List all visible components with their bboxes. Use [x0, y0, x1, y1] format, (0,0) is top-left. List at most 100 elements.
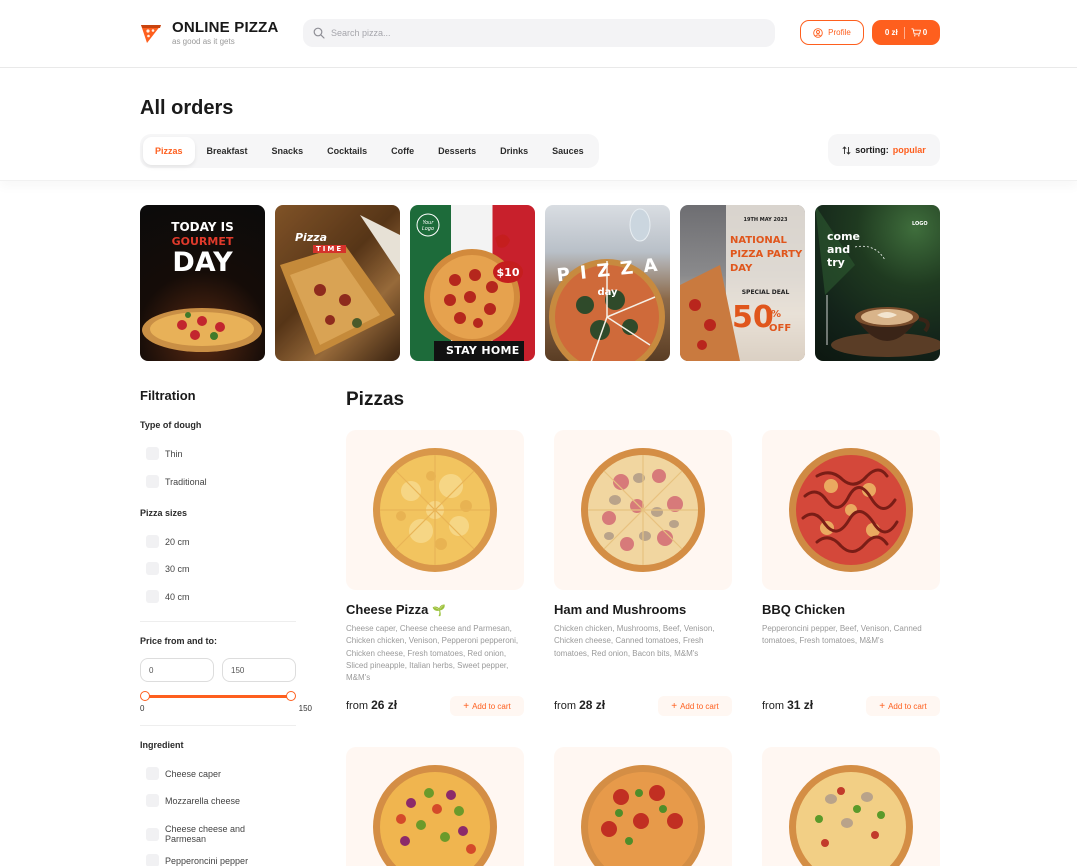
cart-count: 0	[922, 28, 928, 37]
profile-button[interactable]: Profile	[800, 20, 864, 45]
product-card[interactable]	[762, 747, 940, 866]
product-image[interactable]	[554, 747, 732, 866]
checkbox[interactable]	[146, 475, 159, 488]
sorting-dropdown[interactable]: sorting: popular	[828, 134, 940, 166]
promo-banner-pizza-time[interactable]: Pizza TIME	[275, 205, 400, 361]
banner-text: SPECIAL DEAL	[741, 289, 790, 296]
promo-banner-pizza-day[interactable]: P I Z Z A day	[545, 205, 670, 361]
product-title: Cheese Pizza 🌱	[346, 602, 524, 617]
checkbox[interactable]	[146, 562, 159, 575]
plus-icon: +	[671, 700, 678, 712]
checkbox[interactable]	[146, 447, 159, 460]
checkbox[interactable]	[146, 827, 159, 841]
product-card[interactable]: Ham and Mushrooms Chicken chicken, Mushr…	[554, 430, 732, 720]
product-image[interactable]	[346, 430, 524, 590]
pizza-party-photo-icon	[680, 205, 805, 361]
banner-discount: 50	[732, 300, 774, 335]
banner-text: DAY	[730, 263, 753, 274]
slider-max-handle[interactable]	[286, 691, 296, 701]
banner-text: TIME	[313, 245, 347, 253]
top-header: ONLINE PIZZA as good as it gets Profile …	[0, 0, 1077, 68]
user-icon	[813, 27, 823, 38]
add-to-cart-button[interactable]: + Add to cart	[866, 696, 940, 716]
tab-cocktails[interactable]: Cocktails	[315, 137, 379, 165]
promo-banner-stay-home[interactable]: Your Logo $10 STAY HOME	[410, 205, 535, 361]
banner-price: $10	[493, 261, 523, 283]
filter-option[interactable]: 40 cm	[146, 590, 190, 603]
filter-option[interactable]: Pepperoncini pepper	[146, 854, 248, 866]
filter-option[interactable]: Cheese cheese and Parmesan	[146, 824, 265, 844]
add-to-cart-label: Add to cart	[472, 701, 511, 711]
price-value: 26 zł	[371, 698, 398, 712]
checkbox[interactable]	[146, 794, 159, 807]
supreme-pizza-icon	[789, 765, 913, 866]
sorting-label: sorting:	[855, 145, 889, 155]
product-name: Ham and Mushrooms	[554, 602, 687, 617]
banner-text: %	[771, 309, 782, 320]
logo[interactable]: ONLINE PIZZA as good as it gets	[140, 20, 279, 46]
promo-banner-coffee[interactable]: come and try LOGO	[815, 205, 940, 361]
product-card[interactable]: BBQ Chicken Pepperoncini pepper, Beef, V…	[762, 430, 940, 720]
sort-arrows-icon	[842, 145, 851, 155]
slider-min-handle[interactable]	[140, 691, 150, 701]
checkbox[interactable]	[146, 767, 159, 780]
product-image[interactable]	[554, 430, 732, 590]
search-input[interactable]	[331, 28, 751, 38]
filter-option-label: 30 cm	[165, 563, 190, 574]
checkbox[interactable]	[146, 590, 159, 603]
banner-text: Logo	[421, 226, 435, 232]
filter-option[interactable]: Thin	[146, 447, 183, 460]
product-card[interactable]	[554, 747, 732, 866]
price-prefix: from	[346, 700, 368, 712]
banner-text: NATIONAL	[730, 235, 787, 246]
checkbox[interactable]	[146, 854, 159, 866]
filter-title: Filtration	[140, 388, 196, 403]
filter-option[interactable]: Traditional	[146, 475, 207, 488]
product-image[interactable]	[762, 430, 940, 590]
filter-option[interactable]: 30 cm	[146, 562, 190, 575]
promo-banner-gourmet[interactable]: TODAY IS GOURMET DAY	[140, 205, 265, 361]
add-to-cart-button[interactable]: + Add to cart	[658, 696, 732, 716]
product-price: from 26 zł	[346, 698, 397, 712]
filter-option[interactable]: 20 cm	[146, 535, 190, 548]
product-image[interactable]	[346, 747, 524, 866]
brand-name: ONLINE PIZZA	[172, 19, 279, 36]
cheese-pizza-icon	[373, 448, 497, 572]
tab-drinks[interactable]: Drinks	[488, 137, 540, 165]
tab-snacks[interactable]: Snacks	[260, 137, 316, 165]
product-price: from 28 zł	[554, 698, 605, 712]
filter-option[interactable]: Mozzarella cheese	[146, 794, 240, 807]
product-card[interactable]: Cheese Pizza 🌱 Cheese caper, Cheese chee…	[346, 430, 524, 720]
tab-coffe[interactable]: Coffe	[379, 137, 426, 165]
tab-sauces[interactable]: Sauces	[540, 137, 596, 165]
filter-option-label: Pepperoncini pepper	[165, 855, 249, 866]
pizza-photo-icon	[142, 308, 262, 352]
banner-text: OFF	[769, 323, 792, 334]
banner-logo: LOGO	[912, 221, 928, 227]
sorting-value: popular	[892, 145, 926, 155]
add-to-cart-label: Add to cart	[888, 701, 927, 711]
divider	[140, 725, 296, 726]
brand-tagline: as good as it gets	[172, 37, 235, 46]
veggie-pizza-icon	[373, 765, 497, 866]
promo-banner-national-pizza-day[interactable]: 19TH MAY 2023 NATIONAL PIZZA PARTY DAY S…	[680, 205, 805, 361]
filter-option[interactable]: Cheese caper	[146, 767, 221, 780]
filter-option-label: 40 cm	[165, 591, 190, 602]
ham-mushroom-pizza-icon	[581, 448, 705, 572]
tab-desserts[interactable]: Desserts	[426, 137, 488, 165]
price-to-input[interactable]: 150	[222, 658, 296, 682]
price-range-slider[interactable]	[140, 691, 296, 701]
tab-breakfast[interactable]: Breakfast	[195, 137, 260, 165]
product-card[interactable]	[346, 747, 524, 866]
search-bar[interactable]	[303, 19, 775, 47]
tab-pizzas[interactable]: Pizzas	[143, 137, 195, 165]
cart-divider	[903, 26, 905, 39]
checkbox[interactable]	[146, 535, 159, 548]
cart-button[interactable]: 0 zł 0	[872, 20, 940, 45]
add-to-cart-button[interactable]: + Add to cart	[450, 696, 524, 716]
banner-text: come	[827, 230, 860, 243]
price-from-input[interactable]: 0	[140, 658, 214, 682]
banner-text: Pizza	[295, 231, 328, 244]
product-image[interactable]	[762, 747, 940, 866]
product-name: Cheese Pizza	[346, 602, 429, 617]
